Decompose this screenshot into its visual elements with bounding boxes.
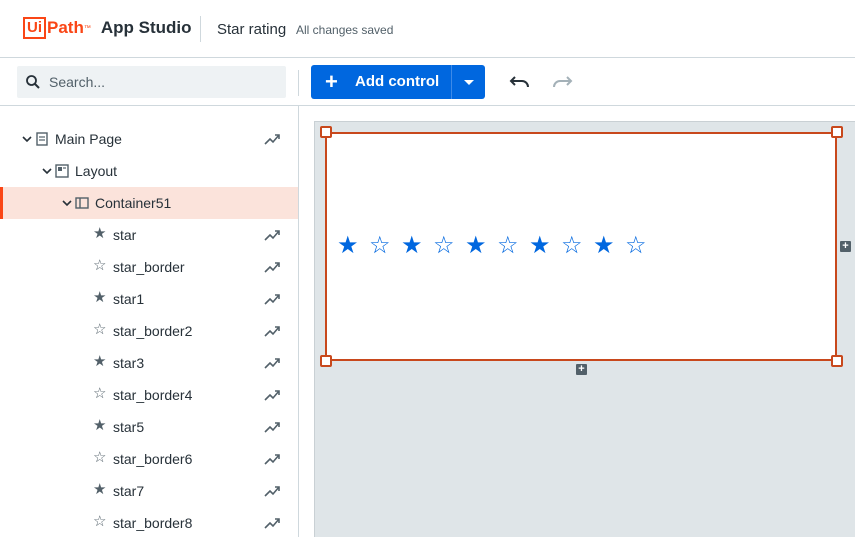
- header-divider: [200, 16, 201, 42]
- trending-up-icon[interactable]: [264, 133, 281, 145]
- page-icon: [36, 132, 48, 146]
- tree-node-star-border6[interactable]: ☆ star_border6: [0, 443, 298, 475]
- tree-node-container51[interactable]: Container51: [0, 187, 298, 219]
- rating-star-border[interactable]: ☆: [433, 233, 465, 259]
- tree-node-label: Container51: [95, 195, 172, 211]
- redo-icon[interactable]: [551, 72, 573, 92]
- star-border-icon: ☆: [93, 513, 107, 530]
- star-icon: ★: [93, 353, 107, 370]
- add-control-label: Add control: [355, 73, 440, 90]
- rating-star-border[interactable]: ☆: [625, 233, 657, 259]
- trending-up-icon[interactable]: [264, 261, 281, 273]
- tree-node-label: star_border2: [113, 323, 193, 339]
- tree-node-star[interactable]: ★ star: [0, 219, 298, 251]
- layout-icon: [55, 164, 69, 178]
- trending-up-icon[interactable]: [264, 485, 281, 497]
- search-input[interactable]: [49, 66, 279, 98]
- trending-up-icon[interactable]: [264, 517, 281, 529]
- star-icon: ★: [93, 417, 107, 434]
- tree-node-star-border[interactable]: ☆ star_border: [0, 251, 298, 283]
- add-control-button[interactable]: + Add control: [311, 65, 451, 99]
- tree-node-label: star7: [113, 483, 145, 499]
- container-icon: [75, 197, 89, 209]
- tree-node-star-border2[interactable]: ☆ star_border2: [0, 315, 298, 347]
- add-control-dropdown-button[interactable]: [451, 65, 485, 99]
- tree-node-label: star1: [113, 291, 145, 307]
- rating-star-filled[interactable]: ★: [337, 233, 369, 259]
- trending-up-icon[interactable]: [264, 229, 281, 241]
- undo-icon[interactable]: [509, 72, 531, 92]
- app-header: Ui Path ™ App Studio Star rating All chang…: [0, 0, 855, 58]
- search-icon: [26, 75, 40, 89]
- star-icon: ★: [93, 225, 107, 242]
- star-border-icon: ☆: [93, 449, 107, 466]
- rating-star-filled[interactable]: ★: [529, 233, 561, 259]
- add-right-icon[interactable]: +: [840, 241, 851, 252]
- tree-node-label: Main Page: [55, 131, 122, 147]
- star-border-icon: ☆: [93, 257, 107, 274]
- star-icon: ★: [93, 289, 107, 306]
- add-below-icon[interactable]: +: [576, 364, 587, 375]
- trending-up-icon[interactable]: [264, 389, 281, 401]
- uipath-logo[interactable]: Ui Path ™ App Studio: [23, 17, 192, 39]
- toolbar-divider: [298, 70, 299, 96]
- rating-star-filled[interactable]: ★: [465, 233, 497, 259]
- chevron-down-icon[interactable]: [21, 133, 33, 145]
- trending-up-icon[interactable]: [264, 453, 281, 465]
- rating-star-border[interactable]: ☆: [497, 233, 529, 259]
- tree-node-layout[interactable]: Layout: [0, 155, 298, 187]
- rating-star-border[interactable]: ☆: [561, 233, 593, 259]
- chevron-down-icon[interactable]: [61, 197, 73, 209]
- tree-node-star1[interactable]: ★ star1: [0, 283, 298, 315]
- project-title[interactable]: Star rating: [217, 21, 286, 38]
- tree-node-label: star5: [113, 419, 145, 435]
- tree-node-label: star_border: [113, 259, 185, 275]
- product-name: App Studio: [100, 18, 192, 37]
- rating-star-filled[interactable]: ★: [593, 233, 625, 259]
- caret-down-icon: [464, 80, 474, 85]
- trending-up-icon[interactable]: [264, 293, 281, 305]
- trending-up-icon[interactable]: [264, 325, 281, 337]
- tree-node-star7[interactable]: ★ star7: [0, 475, 298, 507]
- tree-node-label: star_border6: [113, 451, 193, 467]
- tree-node-label: star3: [113, 355, 145, 371]
- tree-node-label: Layout: [75, 163, 118, 179]
- toolbar: + Add control: [0, 58, 855, 106]
- chevron-down-icon[interactable]: [41, 165, 53, 177]
- tree-node-star5[interactable]: ★ star5: [0, 411, 298, 443]
- page-tree-panel: Main Page Layout Container51 ★ star ☆ st…: [0, 106, 299, 537]
- save-status: All changes saved: [296, 23, 394, 37]
- rating-star-filled[interactable]: ★: [401, 233, 433, 259]
- logo-mark: Ui: [23, 17, 46, 39]
- logo-wordmark: Path: [47, 18, 84, 37]
- resize-handle-top-right[interactable]: [831, 126, 843, 138]
- tree-node-label: star_border4: [113, 387, 193, 403]
- rating-star-border[interactable]: ☆: [369, 233, 401, 259]
- star-icon: ★: [93, 481, 107, 498]
- resize-handle-bottom-left[interactable]: [320, 355, 332, 367]
- star-border-icon: ☆: [93, 321, 107, 338]
- plus-icon: +: [325, 69, 338, 94]
- resize-handle-bottom-right[interactable]: [831, 355, 843, 367]
- tree-node-star-border4[interactable]: ☆ star_border4: [0, 379, 298, 411]
- tree-node-main-page[interactable]: Main Page: [0, 123, 298, 155]
- logo-trademark: ™: [83, 24, 91, 32]
- star-rating-row: ★ ☆ ★ ☆ ★ ☆ ★ ☆ ★ ☆: [337, 233, 657, 259]
- tree-node-star3[interactable]: ★ star3: [0, 347, 298, 379]
- search-box[interactable]: [17, 66, 286, 98]
- trending-up-icon[interactable]: [264, 421, 281, 433]
- trending-up-icon[interactable]: [264, 357, 281, 369]
- tree-node-label: star: [113, 227, 137, 243]
- resize-handle-top-left[interactable]: [320, 126, 332, 138]
- tree-node-star-border8[interactable]: ☆ star_border8: [0, 507, 298, 537]
- star-border-icon: ☆: [93, 385, 107, 402]
- tree-node-label: star_border8: [113, 515, 193, 531]
